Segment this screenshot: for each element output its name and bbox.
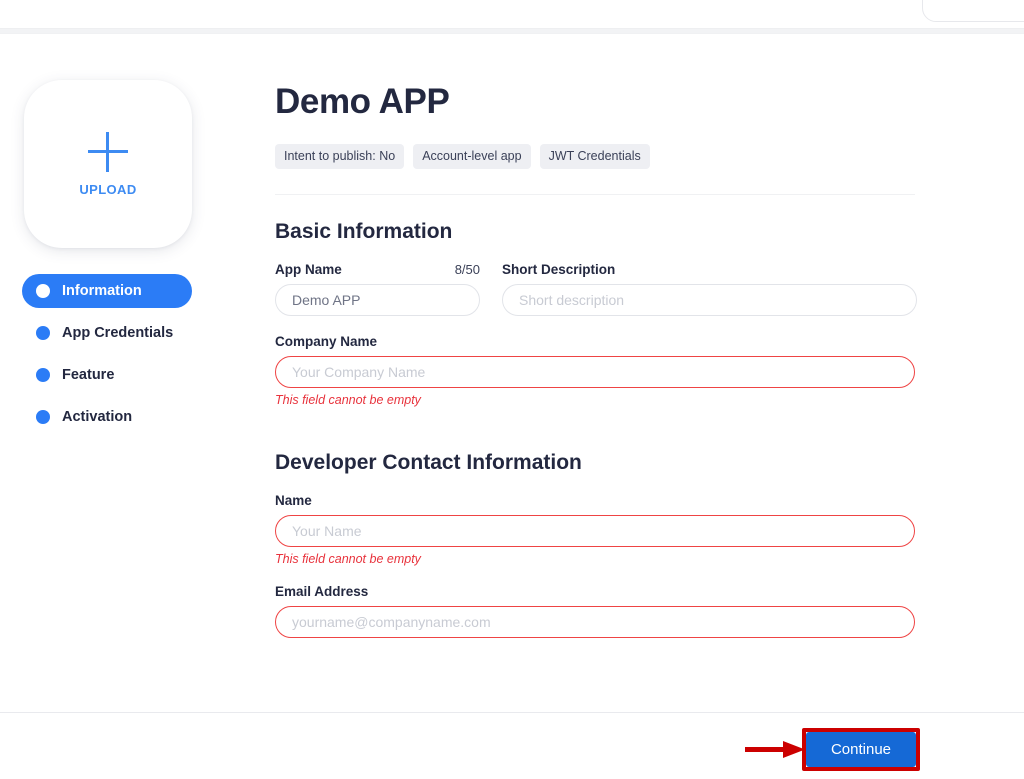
dot-icon: [36, 326, 50, 340]
status-badge-app-level: Account-level app: [413, 144, 530, 169]
sidebar-item-label: Feature: [62, 367, 114, 383]
sidebar-item-activation[interactable]: Activation: [22, 400, 222, 434]
main-content: Demo APP Intent to publish: No Account-l…: [250, 34, 1024, 712]
company-name-input[interactable]: [275, 356, 915, 388]
field-developer-name: Name This field cannot be empty: [275, 493, 915, 566]
developer-name-error: This field cannot be empty: [275, 552, 915, 566]
basic-information-row: App Name 8/50 Short Description: [275, 262, 1024, 316]
field-short-description: Short Description: [502, 262, 917, 316]
field-label: App Name: [275, 262, 342, 277]
section-title-basic-information: Basic Information: [275, 220, 1024, 244]
field-company-name: Company Name This field cannot be empty: [275, 334, 915, 407]
plus-icon: [88, 132, 128, 172]
field-label: Short Description: [502, 262, 615, 277]
dot-icon: [36, 368, 50, 382]
status-badge-credentials-type: JWT Credentials: [540, 144, 650, 169]
sidebar-item-label: App Credentials: [62, 325, 173, 341]
field-app-name: App Name 8/50: [275, 262, 480, 316]
field-header: Company Name: [275, 334, 915, 349]
developer-name-input[interactable]: [275, 515, 915, 547]
field-label: Email Address: [275, 584, 368, 599]
sidebar-item-app-credentials[interactable]: App Credentials: [22, 316, 222, 350]
char-counter: 8/50: [455, 262, 480, 277]
dot-icon: [36, 284, 50, 298]
corner-panel: [922, 0, 1024, 22]
sidebar-item-label: Information: [62, 283, 142, 299]
app-name-input[interactable]: [275, 284, 480, 316]
short-description-input[interactable]: [502, 284, 917, 316]
page-title: Demo APP: [275, 82, 1024, 122]
field-header: Name: [275, 493, 915, 508]
upload-label: UPLOAD: [79, 182, 136, 197]
header-divider: [275, 194, 915, 195]
page-content: UPLOAD Information App Credentials Featu…: [0, 34, 1024, 712]
continue-button-wrapper: Continue: [806, 732, 916, 767]
status-badge-intent-to-publish: Intent to publish: No: [275, 144, 404, 169]
company-name-error: This field cannot be empty: [275, 393, 915, 407]
badge-list: Intent to publish: No Account-level app …: [275, 144, 1024, 169]
sidebar-item-feature[interactable]: Feature: [22, 358, 222, 392]
window-top-strip: [0, 0, 1024, 28]
upload-app-icon-card[interactable]: UPLOAD: [24, 80, 192, 248]
dot-icon: [36, 410, 50, 424]
step-navigation: Information App Credentials Feature Acti…: [22, 274, 222, 442]
left-sidebar: UPLOAD Information App Credentials Featu…: [0, 34, 250, 712]
field-email-address: Email Address: [275, 584, 915, 638]
email-address-input[interactable]: [275, 606, 915, 638]
field-header: Short Description: [502, 262, 917, 277]
sidebar-item-information[interactable]: Information: [22, 274, 192, 308]
continue-button[interactable]: Continue: [806, 732, 916, 767]
field-label: Company Name: [275, 334, 377, 349]
section-title-developer-contact: Developer Contact Information: [275, 451, 1024, 475]
sidebar-item-label: Activation: [62, 409, 132, 425]
field-header: Email Address: [275, 584, 915, 599]
field-label: Name: [275, 493, 312, 508]
field-header: App Name 8/50: [275, 262, 480, 277]
